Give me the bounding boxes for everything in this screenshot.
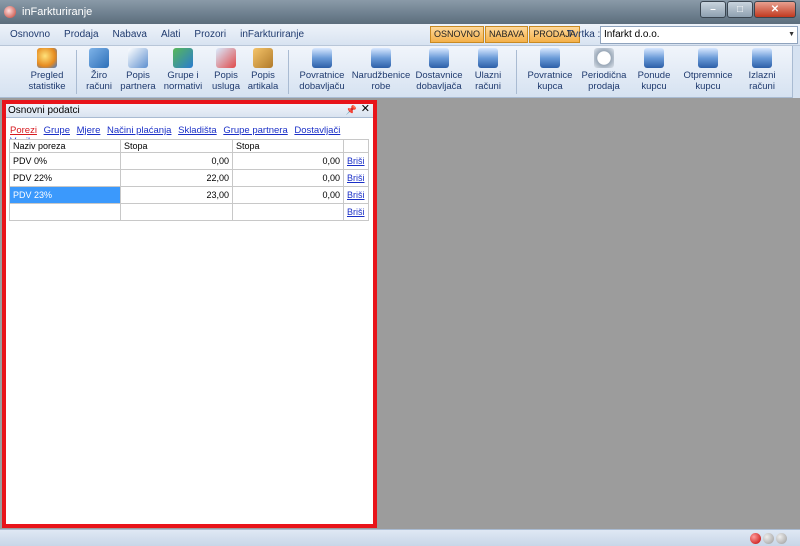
panel-close-icon[interactable]: ✕ — [361, 103, 370, 116]
status-red-icon — [750, 533, 761, 544]
osnovni-podatci-panel: Osnovni podatci 📌 ✕ Porezi Grupe Mjere N… — [2, 100, 377, 528]
menu-prodaja[interactable]: Prodaja — [57, 29, 105, 40]
window-title: inFarkturiranje — [22, 6, 93, 18]
chart-icon — [37, 48, 57, 68]
link-porezi[interactable]: Porezi — [10, 125, 37, 136]
toolbar-otpremnice-kupcu-button[interactable]: Otpremnice kupcu — [680, 48, 736, 96]
table-new-row[interactable]: Briši — [9, 203, 369, 221]
toolbar-grupe-normativi-button[interactable]: Grupe i normativi — [160, 48, 206, 96]
table-header-row: Naziv poreza Stopa Stopa — [9, 139, 369, 153]
panel-title: Osnovni podatci — [8, 105, 80, 116]
document-stack-icon — [752, 48, 772, 68]
link-dostavljaci[interactable]: Dostavljači — [294, 125, 340, 136]
link-grupe-partnera[interactable]: Grupe partnera — [223, 125, 287, 136]
cell-rate-2[interactable]: 0,00 — [232, 169, 344, 187]
menu-nabava[interactable]: Nabava — [106, 29, 154, 40]
toolbar-popis-partnera-button[interactable]: Popis partnera — [118, 48, 158, 96]
delete-link[interactable]: Briši — [343, 169, 369, 187]
clock-icon — [594, 48, 614, 68]
cell-name[interactable]: PDV 22% — [9, 169, 121, 187]
toolbar-divider — [288, 50, 289, 94]
cell-rate-2[interactable]: 0,00 — [232, 186, 344, 204]
company-select[interactable]: Infarkt d.o.o. ▼ — [600, 26, 798, 44]
toolbar-pregled-statistike-button[interactable]: Pregled statistike — [24, 48, 70, 96]
document-stack-icon — [478, 48, 498, 68]
link-skladista[interactable]: Skladišta — [178, 125, 217, 136]
money-icon — [89, 48, 109, 68]
services-icon — [216, 48, 236, 68]
window-controls: – □ ✕ — [699, 1, 796, 18]
cell-rate-2-empty[interactable] — [232, 203, 344, 221]
menu-infarkturiranje[interactable]: inFarkturiranje — [233, 29, 311, 40]
maximize-icon[interactable]: □ — [727, 1, 753, 18]
menu-osnovno[interactable]: Osnovno — [0, 29, 57, 40]
mode-tabs: OSNOVNO NABAVA PRODAJA — [430, 26, 581, 43]
mode-tab-nabava[interactable]: NABAVA — [485, 26, 529, 43]
cell-rate[interactable]: 22,00 — [120, 169, 233, 187]
document-stack-icon — [698, 48, 718, 68]
document-stack-icon — [312, 48, 332, 68]
mode-tab-osnovno[interactable]: OSNOVNO — [430, 26, 485, 43]
cell-name[interactable]: PDV 0% — [9, 152, 121, 170]
cell-name[interactable]: PDV 23% — [9, 186, 121, 204]
company-label: Tvrtka : — [567, 29, 601, 40]
toolbar-divider — [516, 50, 517, 94]
toolbar-periodicna-prodaja-button[interactable]: Periodična prodaja — [578, 48, 630, 96]
toolbar-popis-usluga-button[interactable]: Popis usluga — [208, 48, 244, 96]
toolbar-povratnice-kupca-button[interactable]: Povratnice kupca — [524, 48, 576, 96]
company-value: Infarkt d.o.o. — [604, 29, 660, 40]
cell-rate[interactable]: 23,00 — [120, 186, 233, 204]
toolbar-ponude-kupcu-button[interactable]: Ponude kupcu — [634, 48, 674, 96]
link-grupe[interactable]: Grupe — [44, 125, 70, 136]
column-header-naziv-poreza[interactable]: Naziv poreza — [9, 139, 121, 153]
menu-alati[interactable]: Alati — [154, 29, 187, 40]
toolbar-scroll-button[interactable] — [792, 46, 800, 98]
table-row[interactable]: PDV 22% 22,00 0,00 Briši — [9, 169, 369, 187]
toolbar-ulazni-racuni-button[interactable]: Ulazni računi — [468, 48, 508, 96]
delete-link[interactable]: Briši — [343, 186, 369, 204]
cell-rate-empty[interactable] — [120, 203, 233, 221]
delete-link[interactable]: Briši — [343, 203, 369, 221]
cell-name-empty[interactable] — [9, 203, 121, 221]
chevron-down-icon[interactable]: ▼ — [788, 27, 795, 43]
toolbar-izlazni-racuni-button[interactable]: Izlazni računi — [742, 48, 782, 96]
groups-icon — [173, 48, 193, 68]
table-row-selected[interactable]: PDV 23% 23,00 0,00 Briši — [9, 186, 369, 204]
panel-links: Porezi Grupe Mjere Načini plaćanja Sklad… — [6, 118, 373, 147]
document-stack-icon — [371, 48, 391, 68]
minimize-icon[interactable]: – — [700, 1, 726, 18]
toolbar-narudzbenice-robe-button[interactable]: Narudžbenice robe — [350, 48, 412, 96]
tax-table: Naziv poreza Stopa Stopa PDV 0% 0,00 0,0… — [9, 139, 369, 221]
menu-prozori[interactable]: Prozori — [187, 29, 233, 40]
status-gray-icon — [776, 533, 787, 544]
close-icon[interactable]: ✕ — [754, 1, 796, 18]
menu-bar: Osnovno Prodaja Nabava Alati Prozori inF… — [0, 24, 800, 46]
link-mjere[interactable]: Mjere — [77, 125, 101, 136]
delete-link[interactable]: Briši — [343, 152, 369, 170]
status-bar — [0, 529, 800, 546]
status-gray-icon — [763, 533, 774, 544]
panel-header: Osnovni podatci 📌 ✕ — [6, 103, 373, 118]
app-icon — [4, 6, 16, 18]
toolbar: Pregled statistike Žiro računi Popis partne… — [0, 46, 800, 98]
people-icon — [128, 48, 148, 68]
toolbar-ziro-racuni-button[interactable]: Žiro računi — [82, 48, 116, 96]
title-bar: inFarkturiranje – □ ✕ — [0, 0, 800, 24]
table-row[interactable]: PDV 0% 0,00 0,00 Briši — [9, 152, 369, 170]
cell-rate-2[interactable]: 0,00 — [232, 152, 344, 170]
column-header-stopa-2[interactable]: Stopa — [232, 139, 344, 153]
toolbar-povratnice-dobavljacu-button[interactable]: Povratnice dobavljaču — [296, 48, 348, 96]
column-header-stopa[interactable]: Stopa — [120, 139, 233, 153]
box-icon — [253, 48, 273, 68]
link-nacini-placanja[interactable]: Načini plaćanja — [107, 125, 171, 136]
toolbar-divider — [76, 50, 77, 94]
document-stack-icon — [644, 48, 664, 68]
cell-rate[interactable]: 0,00 — [120, 152, 233, 170]
pin-icon[interactable]: 📌 — [346, 104, 357, 117]
document-stack-icon — [429, 48, 449, 68]
toolbar-popis-artikala-button[interactable]: Popis artikala — [246, 48, 280, 96]
document-stack-icon — [540, 48, 560, 68]
toolbar-dostavnice-dobavljaca-button[interactable]: Dostavnice dobavljača — [412, 48, 466, 96]
column-header-action — [343, 139, 369, 153]
